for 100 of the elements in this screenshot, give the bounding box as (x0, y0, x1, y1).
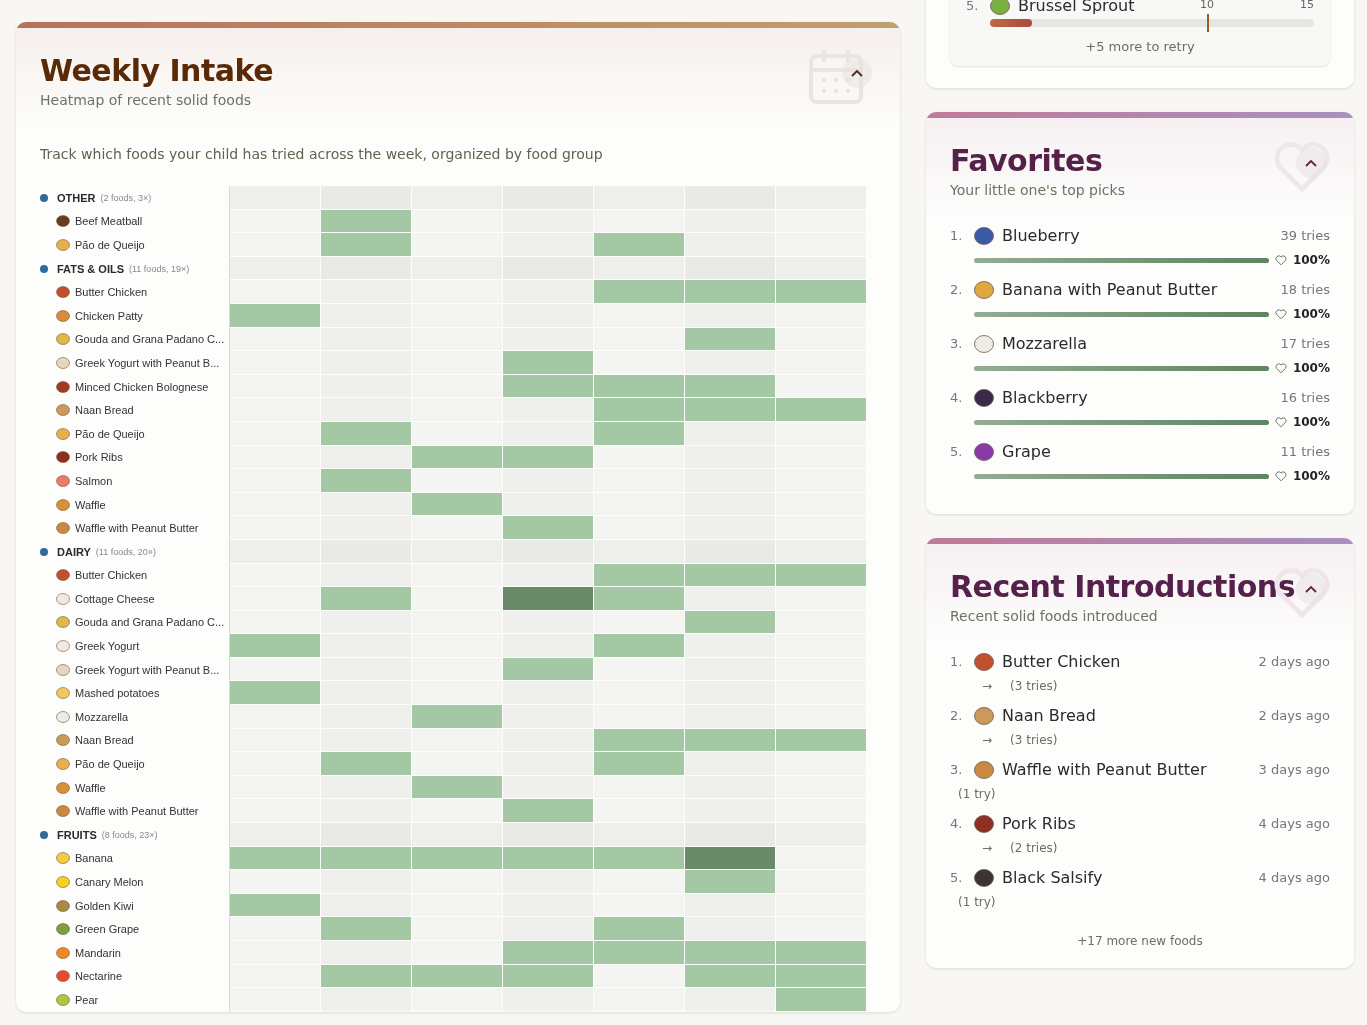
introduced-time: 2 days ago (1258, 654, 1330, 669)
food-name: Banana with Peanut Butter (1002, 280, 1219, 299)
food-name: Pear (75, 994, 99, 1006)
card-subtitle: Heatmap of recent solid foods (40, 92, 253, 108)
group-name: FRUITS (57, 828, 97, 841)
rank-number: 5. (950, 444, 964, 459)
tries-count: 18 tries (1280, 282, 1330, 297)
food-name: Golden Kiwi (75, 899, 134, 912)
food-name: Blackberry (1002, 388, 1089, 407)
food-name: Nectarine (75, 970, 123, 983)
group-name: DAIRY (57, 545, 91, 558)
tries-count: (3 tries) (1010, 679, 1058, 693)
card-title: Recent Introductions (950, 568, 1296, 606)
food-name: Mozzarella (75, 710, 129, 723)
food-name: Waffle (75, 498, 106, 511)
group-summary: (2 foods, 3×) (100, 192, 152, 203)
group-dot (40, 193, 48, 202)
tries-count: 17 tries (1280, 336, 1330, 351)
food-name: Naan Bread (1002, 706, 1097, 725)
arrow-icon: → (982, 679, 993, 693)
tries-count: (3 tries) (1010, 733, 1058, 747)
group-summary: (11 foods, 20×) (95, 546, 156, 557)
rank-number: 5. (966, 0, 980, 13)
arrow-icon: → (982, 841, 993, 855)
food-name: Black Salsify (1002, 868, 1104, 887)
food-name: Pão de Queijo (75, 758, 145, 771)
collapse-button[interactable] (842, 58, 872, 88)
food-name: Banana (75, 852, 113, 865)
food-name: Pão de Queijo (75, 239, 145, 251)
tries-count: (1 try) (958, 895, 996, 909)
rank-number: 1. (950, 228, 964, 243)
food-name: Gouda and Grana Padano C... (75, 333, 225, 346)
heart-icon (1274, 470, 1287, 482)
introduced-time: 3 days ago (1258, 762, 1330, 777)
percent-value: 100% (1292, 253, 1330, 267)
food-name: Grape (1002, 442, 1052, 461)
introduced-time: 2 days ago (1258, 708, 1330, 723)
card-title: Favorites (950, 142, 1103, 180)
food-name: Butter Chicken (75, 286, 148, 299)
group-summary: (8 foods, 23×) (101, 829, 158, 840)
card-title: Weekly Intake (40, 52, 274, 90)
arrow-icon: → (982, 733, 993, 747)
food-name: Pork Ribs (75, 451, 123, 464)
food-name: Waffle (75, 781, 106, 794)
food-name: Cottage Cheese (75, 592, 155, 605)
group-dot (40, 547, 48, 556)
chevron-up-icon (1304, 584, 1318, 594)
food-name: Naan Bread (75, 404, 134, 417)
card-subtitle: Your little one's top picks (950, 182, 1126, 198)
rank-number: 2. (950, 282, 964, 297)
introduced-time: 4 days ago (1258, 870, 1330, 885)
heart-icon (1274, 416, 1287, 428)
food-name: Greek Yogurt (75, 640, 140, 653)
chevron-up-icon (850, 68, 864, 78)
group-summary: (11 foods, 19×) (129, 263, 190, 274)
collapse-button[interactable] (1296, 574, 1326, 604)
chevron-up-icon (1304, 158, 1318, 168)
rank-number: 3. (950, 762, 964, 777)
food-name: Green Grape (75, 923, 140, 936)
percent-value: 100% (1292, 469, 1330, 483)
collapse-button[interactable] (1296, 148, 1326, 178)
card-subtitle: Recent solid foods introduced (950, 608, 1159, 624)
heart-icon (1272, 140, 1332, 194)
introduced-time: 4 days ago (1258, 816, 1330, 831)
food-name: Waffle with Peanut Butter (1002, 760, 1208, 779)
food-name: Butter Chicken (75, 569, 148, 582)
calendar-icon (808, 48, 864, 106)
rank-number: 2. (950, 708, 964, 723)
percent-value: 100% (1292, 415, 1330, 429)
scale-label: 10 (1200, 0, 1215, 11)
tries-count: 39 tries (1280, 228, 1330, 243)
percent-value: 100% (1292, 361, 1330, 375)
rank-number: 1. (950, 654, 964, 669)
scale-label: 15 (1300, 0, 1314, 11)
food-name: Waffle with Peanut Butter (75, 522, 199, 535)
food-name: Beef Meatball (75, 215, 143, 228)
group-name: OTHER (57, 191, 96, 204)
food-name: Mandarin (75, 946, 121, 959)
percent-value: 100% (1292, 307, 1330, 321)
heart-icon (1274, 308, 1287, 320)
group-dot (40, 830, 48, 839)
card-description: Track which foods your child has tried across the week, organized by food group (40, 146, 604, 162)
tries-count: 11 tries (1280, 444, 1330, 459)
heart-icon (1274, 362, 1287, 374)
group-dot (40, 264, 48, 273)
food-name: Naan Bread (75, 734, 134, 747)
tries-count: 16 tries (1280, 390, 1330, 405)
group-name: FATS & OILS (57, 262, 125, 275)
food-name: Butter Chicken (1002, 652, 1122, 671)
food-name: Greek Yogurt with Peanut B... (75, 356, 220, 369)
food-name: Blueberry (1002, 226, 1081, 245)
rank-number: 3. (950, 336, 964, 351)
tries-count: (1 try) (958, 787, 996, 801)
food-name: Waffle with Peanut Butter (75, 805, 199, 818)
rank-number: 4. (950, 390, 964, 405)
food-name: Pork Ribs (1002, 814, 1077, 833)
food-name: Minced Chicken Bolognese (75, 380, 209, 393)
food-name: Canary Melon (75, 876, 144, 888)
food-name: Pão de Queijo (75, 427, 145, 440)
tries-count: (2 tries) (1010, 841, 1058, 855)
